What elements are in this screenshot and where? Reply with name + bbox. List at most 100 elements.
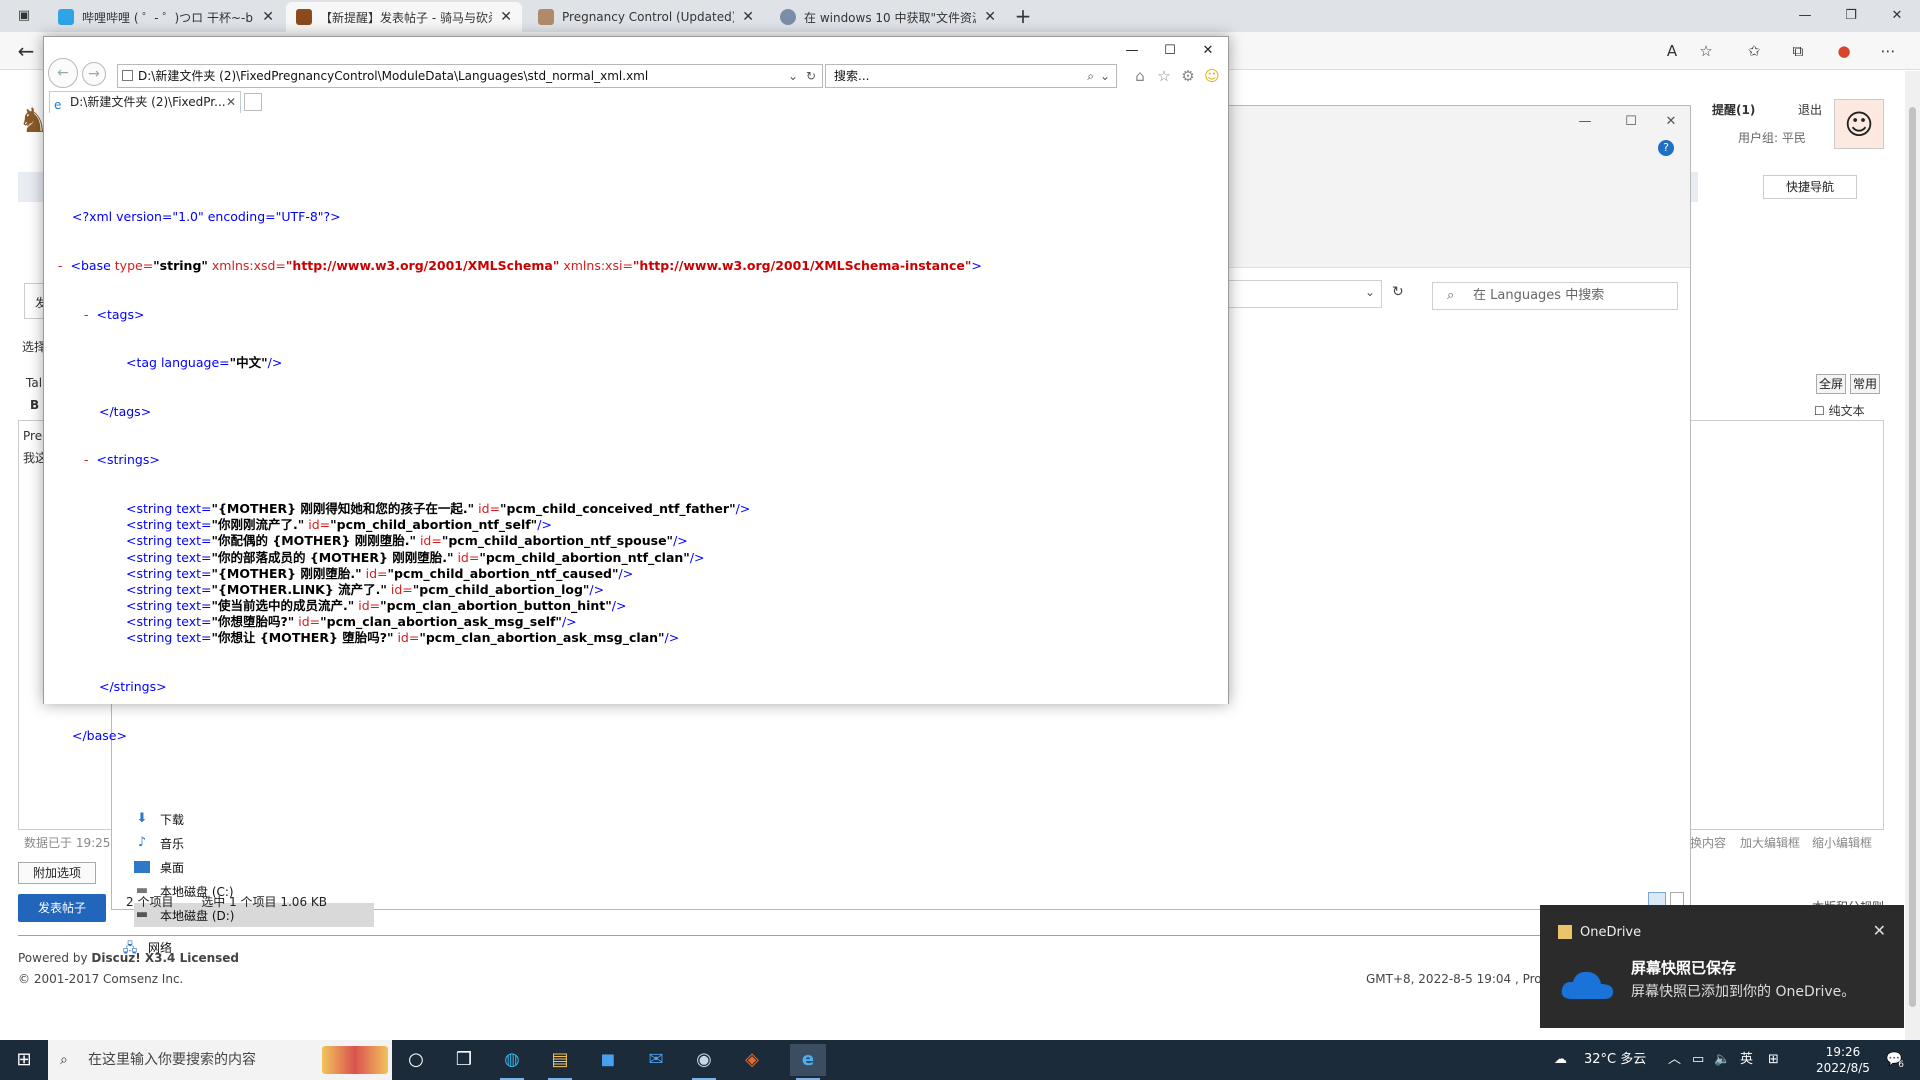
editor-shrink-link[interactable]: 缩小编辑框 (1812, 834, 1872, 851)
home-icon[interactable]: ⌂ (1129, 65, 1151, 87)
refresh-icon[interactable]: ↻ (806, 65, 816, 87)
tab-forum[interactable]: 【新提醒】发表帖子 - 骑马与砍杀中文站 ✕ (286, 2, 522, 32)
clock[interactable]: 19:26 2022/8/5 (1808, 1040, 1878, 1080)
back-icon[interactable]: ← (14, 39, 38, 63)
chevron-down-icon[interactable]: ⌄ (788, 65, 798, 87)
favorites-icon[interactable]: ☆ (1153, 65, 1175, 87)
xml-value: "使当前选中的成员流产." (211, 598, 355, 614)
edge-icon[interactable]: ◍ (494, 1044, 530, 1080)
minimize-icon[interactable]: — (1562, 106, 1608, 138)
restore-icon[interactable]: ❐ (1828, 0, 1874, 32)
onedrive-toast[interactable]: OneDrive ✕ 屏幕快照已保存 屏幕快照已添加到你的 OneDrive。 (1540, 905, 1904, 1028)
xml-string-line: <string text="你的部落成员的 {MOTHER} 刚刚堕胎." id… (44, 550, 982, 566)
xml-value: "pcm_child_abortion_ntf_self" (330, 517, 538, 533)
store-icon[interactable]: ◼ (590, 1044, 626, 1076)
ie-search-input[interactable]: 搜索... ⌕ ⌄ (825, 64, 1117, 88)
nav-desktop[interactable]: 桌面 (134, 855, 374, 879)
favorites-icon[interactable]: ✩ (1742, 39, 1766, 63)
avatar[interactable]: ☺ (1834, 99, 1884, 149)
close-icon[interactable]: ✕ (1648, 106, 1694, 138)
maximize-icon[interactable]: ☐ (1152, 37, 1188, 65)
bold-button[interactable]: B (30, 398, 39, 412)
collections-icon[interactable]: ⧉ (1786, 39, 1810, 63)
origin-icon[interactable]: ◈ (734, 1044, 770, 1076)
tray-overflow-icon[interactable]: ︿ (1668, 1040, 1681, 1080)
task-view-icon[interactable]: ❒ (446, 1044, 482, 1076)
internet-explorer-icon[interactable]: e (790, 1044, 826, 1080)
favorite-add-icon[interactable]: ☆ (1694, 39, 1718, 63)
chevron-down-icon[interactable]: ⌄ (1100, 65, 1110, 87)
close-icon[interactable]: ✕ (1874, 0, 1920, 32)
close-tab-icon[interactable]: ✕ (742, 9, 754, 25)
title-input[interactable]: Tal (26, 376, 42, 390)
new-tab-icon[interactable]: + (1008, 0, 1038, 32)
close-tab-icon[interactable]: ✕ (500, 9, 512, 25)
notification-center-icon[interactable]: 💬6 (1886, 1040, 1908, 1080)
ime-mode-icon[interactable]: ⊞ (1768, 1040, 1779, 1080)
minimize-icon[interactable]: — (1782, 0, 1828, 32)
nav-music[interactable]: ♪ 音乐 (134, 831, 374, 855)
common-button[interactable]: 常用 (1850, 374, 1880, 394)
collapse-toggle[interactable]: - (84, 307, 89, 322)
weather-text[interactable]: 32°C 多云 (1584, 1040, 1646, 1080)
search-icon[interactable]: ⌕ (1087, 65, 1094, 87)
ie-address-input[interactable]: D:\新建文件夹 (2)\FixedPregnancyControl\Modul… (117, 64, 823, 88)
ie-tab[interactable]: e D:\新建文件夹 (2)\FixedPr... ✕ (49, 91, 241, 113)
cortana-icon[interactable]: ○ (398, 1044, 434, 1076)
back-icon[interactable]: ← (48, 58, 78, 88)
attach-options-button[interactable]: 附加选项 (18, 862, 96, 884)
feedback-smiley-icon[interactable]: ☺ (1201, 65, 1223, 87)
help-icon[interactable]: ? (1658, 140, 1674, 156)
editor-action-swap[interactable]: 换内容 (1690, 834, 1726, 851)
collapse-toggle[interactable]: - (84, 452, 89, 467)
ie-address-text: D:\新建文件夹 (2)\FixedPregnancyControl\Modul… (138, 69, 649, 83)
chevron-down-icon[interactable]: ⌄ (1365, 285, 1375, 299)
profile-icon[interactable]: ● (1832, 39, 1856, 63)
refresh-icon[interactable]: ↻ (1392, 284, 1404, 300)
minimize-icon[interactable]: — (1114, 37, 1150, 65)
file-explorer-icon[interactable]: ▤ (542, 1044, 578, 1080)
close-icon[interactable]: ✕ (1190, 37, 1226, 65)
close-tab-icon[interactable]: ✕ (984, 9, 996, 25)
more-icon[interactable]: ⋯ (1876, 39, 1900, 63)
volume-icon[interactable]: 🔈 (1714, 1040, 1730, 1080)
network-icon[interactable]: ▭ (1692, 1040, 1704, 1080)
collapse-toggle[interactable]: - (58, 258, 63, 273)
tab-title: 【新提醒】发表帖子 - 骑马与砍杀中文站 (320, 10, 492, 25)
toast-body: 屏幕快照已添加到你的 OneDrive。 (1631, 984, 1856, 1000)
tab-nexusmods[interactable]: Pregnancy Control (Updated) at ✕ (528, 2, 764, 32)
large-icons-view-icon[interactable] (1670, 892, 1684, 906)
settings-icon[interactable]: ⚙ (1177, 65, 1199, 87)
ime-indicator[interactable]: 英 (1740, 1040, 1753, 1080)
details-view-icon[interactable] (1648, 892, 1666, 906)
taskbar-search-input[interactable]: ⌕ 在这里输入你要搜索的内容 (48, 1040, 392, 1080)
close-tab-icon[interactable]: ✕ (262, 9, 274, 25)
submit-post-button[interactable]: 发表帖子 (18, 894, 106, 922)
tab-actions-icon[interactable]: ▣ (12, 0, 36, 32)
new-tab-icon[interactable] (244, 93, 262, 111)
editor-enlarge-link[interactable]: 加大编辑框 (1740, 834, 1800, 851)
steam-icon[interactable]: ◉ (686, 1044, 722, 1080)
close-tab-icon[interactable]: ✕ (226, 92, 236, 112)
scrollbar-thumb[interactable] (1909, 107, 1916, 1007)
quick-nav-button[interactable]: 快捷导航 (1763, 175, 1857, 199)
explorer-search-input[interactable]: ⌕ 在 Languages 中搜索 (1432, 282, 1678, 310)
logout-link[interactable]: 退出 (1798, 101, 1822, 118)
selection-info: 选中 1 个项目 1.06 KB (201, 895, 327, 909)
xml-value: "中文" (229, 355, 268, 371)
page-scrollbar[interactable] (1905, 71, 1920, 1040)
tab-bilibili[interactable]: 哔哩哔哩 ( ゜- ゜)つロ 干杯~-bilibili ✕ (48, 2, 284, 32)
nav-network[interactable]: 🖧 网络 (122, 935, 362, 959)
tab-search[interactable]: 在 windows 10 中获取"文件资源管理器" ✕ (770, 2, 1006, 32)
weather-icon[interactable]: ☁ (1554, 1040, 1567, 1080)
windows-start-icon[interactable]: ⊞ (6, 1044, 42, 1076)
read-aloud-icon[interactable]: A (1660, 39, 1684, 63)
plain-text-checkbox[interactable]: ☐ 纯文本 (1814, 402, 1865, 419)
reminders-link[interactable]: 提醒(1) (1712, 101, 1755, 118)
fullscreen-button[interactable]: 全屏 (1816, 374, 1846, 394)
forward-icon[interactable]: → (82, 62, 106, 86)
close-icon[interactable]: ✕ (1873, 921, 1886, 940)
mail-icon[interactable]: ✉ (638, 1044, 674, 1076)
nav-downloads[interactable]: ⬇ 下载 (134, 807, 374, 831)
xml-tag: <string text= (126, 581, 212, 597)
